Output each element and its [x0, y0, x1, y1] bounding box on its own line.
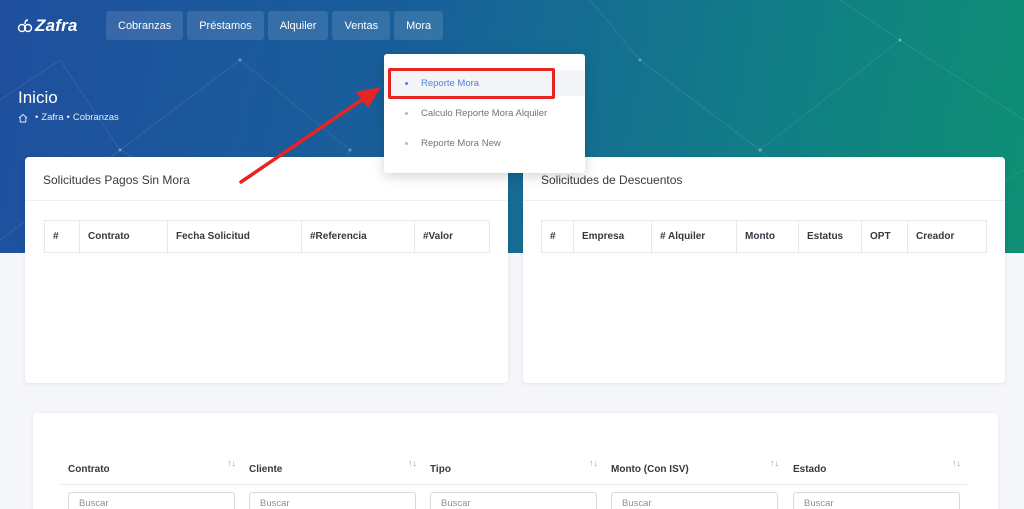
nav-item-cobranzas[interactable]: Cobranzas	[106, 11, 184, 40]
nav-item-prestamos[interactable]: Préstamos	[187, 11, 264, 40]
column-header-contrato[interactable]: Contrato	[80, 221, 168, 252]
column-header-estado[interactable]: Estado ↑↓	[786, 454, 967, 484]
card-solicitudes-descuentos: Solicitudes de Descuentos # Empresa # Al…	[523, 157, 1005, 383]
sort-icon[interactable]: ↑↓	[408, 458, 417, 468]
card-title: Solicitudes de Descuentos	[523, 157, 1005, 201]
column-header-empresa[interactable]: Empresa	[574, 221, 652, 252]
column-header-monto[interactable]: Monto	[737, 221, 799, 252]
column-header-referencia[interactable]: #Referencia	[302, 221, 415, 252]
breadcrumb-separator: •	[66, 112, 70, 123]
column-header-label: Monto (Con ISV)	[611, 463, 689, 475]
column-header-number[interactable]: #	[45, 221, 80, 252]
column-header-cliente[interactable]: Cliente ↑↓	[242, 454, 423, 484]
column-header-label: Estado	[793, 463, 827, 475]
nav-item-mora[interactable]: Mora	[394, 11, 444, 40]
breadcrumb-separator: •	[35, 112, 39, 123]
search-input-monto[interactable]	[611, 492, 778, 509]
search-input-estado[interactable]	[793, 492, 960, 509]
main-table-card: Contrato ↑↓ Cliente ↑↓ Tipo ↑↓ Monto (Co…	[33, 413, 998, 509]
column-header-alquiler[interactable]: # Alquiler	[652, 221, 737, 252]
nav-item-alquiler[interactable]: Alquiler	[267, 11, 329, 40]
app-logo[interactable]: Zafra	[17, 16, 78, 36]
home-icon[interactable]	[18, 113, 28, 123]
breadcrumb: • Zafra • Cobranzas	[18, 112, 119, 123]
menu-item-label: Reporte Mora New	[421, 137, 501, 149]
column-header-monto[interactable]: Monto (Con ISV) ↑↓	[604, 454, 785, 484]
search-input-tipo[interactable]	[430, 492, 597, 509]
bullet-icon	[405, 141, 408, 145]
zafra-logo-icon	[17, 19, 33, 33]
search-input-cliente[interactable]	[249, 492, 416, 509]
column-header-estatus[interactable]: Estatus	[799, 221, 862, 252]
column-header-label: Contrato	[68, 463, 110, 475]
page-title: Inicio	[18, 88, 58, 107]
column-header-creador[interactable]: Creador	[908, 221, 986, 252]
card-pagos-sin-mora: Solicitudes Pagos Sin Mora # Contrato Fe…	[25, 157, 508, 383]
column-header-contrato[interactable]: Contrato ↑↓	[61, 454, 242, 484]
column-header-label: Cliente	[249, 463, 283, 475]
sort-icon[interactable]: ↑↓	[227, 458, 236, 468]
column-header-number[interactable]: #	[542, 221, 574, 252]
column-header-fecha-solicitud[interactable]: Fecha Solicitud	[168, 221, 302, 252]
highlight-box	[388, 68, 555, 99]
sort-icon[interactable]: ↑↓	[952, 458, 961, 468]
bullet-icon	[405, 111, 408, 115]
breadcrumb-item-cobranzas[interactable]: Cobranzas	[73, 112, 119, 123]
menu-item-reporte-mora-new[interactable]: Reporte Mora New	[384, 130, 585, 156]
column-header-valor[interactable]: #Valor	[415, 221, 489, 252]
search-input-contrato[interactable]	[68, 492, 235, 509]
column-header-label: Tipo	[430, 463, 451, 475]
menu-item-label: Calculo Reporte Mora Alquiler	[421, 107, 548, 119]
sort-icon[interactable]: ↑↓	[589, 458, 598, 468]
app-logo-text: Zafra	[35, 16, 78, 35]
breadcrumb-item-zafra[interactable]: Zafra	[41, 112, 63, 123]
table-header: # Empresa # Alquiler Monto Estatus OPT C…	[541, 220, 987, 253]
sort-icon[interactable]: ↑↓	[770, 458, 779, 468]
nav-item-ventas[interactable]: Ventas	[332, 11, 391, 40]
header-divider	[61, 484, 967, 485]
table-header: # Contrato Fecha Solicitud #Referencia #…	[44, 220, 490, 253]
column-header-tipo[interactable]: Tipo ↑↓	[423, 454, 604, 484]
column-header-opt[interactable]: OPT	[862, 221, 908, 252]
menu-item-calculo-reporte-mora-alquiler[interactable]: Calculo Reporte Mora Alquiler	[384, 100, 585, 126]
top-nav: Cobranzas Préstamos Alquiler Ventas Mora	[106, 11, 447, 40]
